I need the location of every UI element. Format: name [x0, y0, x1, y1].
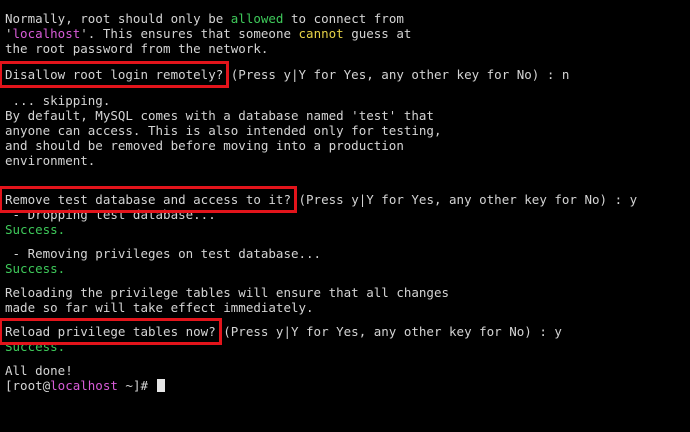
highlight-box-reload-privileges: Reload privilege tables now? — [0, 318, 222, 345]
highlight-box-remove-test-db: Remove test database and access to it? — [0, 186, 297, 213]
prompt-user: [root@ — [5, 378, 51, 393]
skip-line: ... skipping. — [5, 93, 111, 108]
prompt-reload-privileges: Reload privilege tables now? (Press y|Y … — [0, 318, 690, 345]
keyword-allowed: allowed — [230, 11, 284, 26]
prompt-answer: n — [561, 67, 570, 82]
prompt-remove-test-db: Remove test database and access to it? (… — [0, 186, 690, 213]
text-cursor[interactable] — [156, 379, 165, 392]
intro-text: . This ensures that someone — [87, 26, 299, 41]
terminal-output[interactable]: Normally, root should only be allowed to… — [0, 11, 690, 393]
prompt-options: (Press y|Y for Yes, any other key for No… — [223, 67, 562, 82]
prompt-options: (Press y|Y for Yes, any other key for No… — [290, 192, 630, 207]
success-message: Success. — [5, 339, 66, 354]
drop-line: - Dropping test database... — [5, 207, 216, 222]
quote-mark: ' — [5, 26, 13, 41]
info-line: environment. — [5, 153, 96, 168]
intro-text: to connect from — [283, 11, 404, 26]
info-line: made so far will take effect immediately… — [5, 300, 314, 315]
drop-line: - Removing privileges on test database..… — [5, 246, 322, 261]
keyword-cannot: cannot — [298, 26, 344, 41]
quote-mark: ' — [80, 26, 88, 41]
intro-text: Normally, root should only be — [5, 11, 231, 26]
prompt-host: localhost — [50, 378, 118, 393]
all-done-line: All done! — [5, 363, 73, 378]
success-message: Success. — [5, 261, 66, 276]
intro-line-2: 'localhost'. This ensures that someone c… — [5, 26, 690, 41]
intro-line-1: Normally, root should only be allowed to… — [5, 11, 690, 26]
highlight-box-disallow-root: Disallow root login remotely? — [0, 61, 230, 88]
success-message: Success. — [5, 222, 66, 237]
shell-prompt[interactable]: [root@localhost ~]# — [5, 378, 690, 393]
info-line: By default, MySQL comes with a database … — [5, 108, 434, 123]
info-line: Reloading the privilege tables will ensu… — [5, 285, 450, 300]
prompt-suffix: ~]# — [117, 378, 156, 393]
info-line: and should be removed before moving into… — [5, 138, 404, 153]
prompt-disallow-root: Disallow root login remotely? (Press y|Y… — [0, 61, 690, 88]
prompt-answer: y — [554, 324, 562, 339]
info-line: anyone can access. This is also intended… — [5, 123, 442, 138]
intro-line-3: the root password from the network. — [5, 41, 269, 56]
keyword-localhost: localhost — [12, 26, 81, 41]
intro-text: guess at — [343, 26, 412, 41]
prompt-options: (Press y|Y for Yes, any other key for No… — [215, 324, 555, 339]
prompt-answer: y — [629, 192, 638, 207]
